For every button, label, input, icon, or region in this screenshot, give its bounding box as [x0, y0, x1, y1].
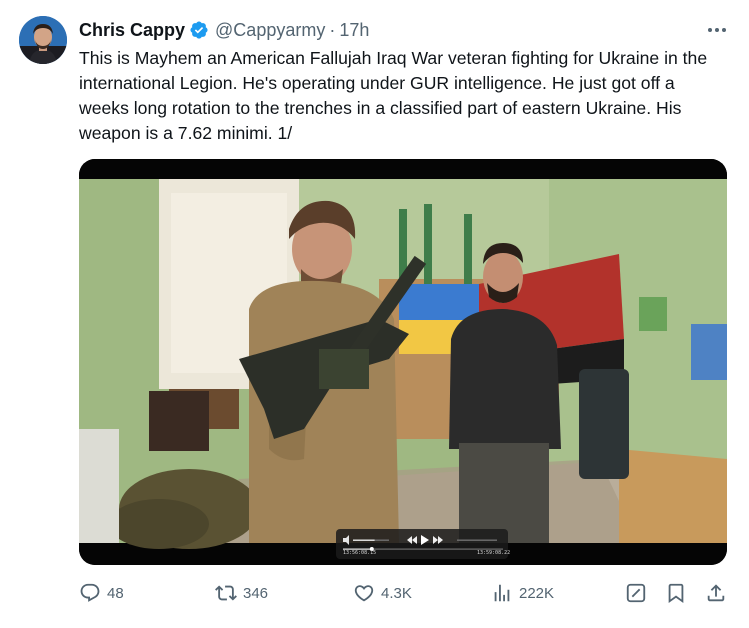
separator-dot: ·	[329, 19, 336, 40]
rewind-icon[interactable]	[407, 536, 417, 544]
tweet-actions: 48 346 4.3K 222K	[79, 578, 729, 608]
fast-forward-icon[interactable]	[433, 536, 443, 544]
video-current-time: 13:56:08.15	[343, 550, 377, 556]
author-handle[interactable]: @Cappyarmy	[215, 20, 325, 41]
video-controls[interactable]: 13:56:08.15 13:59:08.22	[337, 529, 510, 559]
repost-count: 346	[243, 584, 269, 602]
timestamp[interactable]: 17h	[339, 20, 369, 41]
verified-badge-icon	[189, 20, 209, 40]
more-horizontal-icon[interactable]	[703, 18, 731, 42]
reply-count: 48	[107, 584, 124, 602]
tweet-text: This is Mayhem an American Fallujah Iraq…	[79, 48, 708, 143]
play-icon[interactable]	[421, 535, 429, 545]
bookmark-icon	[665, 582, 687, 604]
video-end-time: 13:59:08.22	[477, 550, 511, 556]
tweet-header: Chris Cappy @Cappyarmy · 17h	[79, 18, 369, 42]
like-count: 4.3K	[381, 584, 412, 602]
views-icon	[491, 582, 513, 604]
avatar[interactable]	[19, 16, 67, 64]
reply-icon	[79, 582, 101, 604]
grok-button[interactable]	[625, 578, 647, 608]
views-count: 222K	[519, 584, 555, 602]
grok-icon	[625, 582, 647, 604]
reply-button[interactable]: 48	[79, 578, 124, 608]
views-button[interactable]: 222K	[491, 578, 554, 608]
tweet[interactable]: Chris Cappy @Cappyarmy · 17h This is May…	[0, 0, 749, 628]
share-icon	[705, 582, 727, 604]
repost-button[interactable]: 346	[215, 578, 268, 608]
video-frame[interactable]	[79, 159, 727, 565]
bookmark-button[interactable]	[665, 578, 687, 608]
author-name[interactable]: Chris Cappy	[79, 20, 185, 41]
like-button[interactable]: 4.3K	[353, 578, 412, 608]
heart-icon	[353, 582, 375, 604]
share-button[interactable]	[705, 578, 727, 608]
volume-icon[interactable]	[343, 535, 349, 545]
repost-icon	[215, 582, 237, 604]
video-player[interactable]	[79, 159, 727, 565]
